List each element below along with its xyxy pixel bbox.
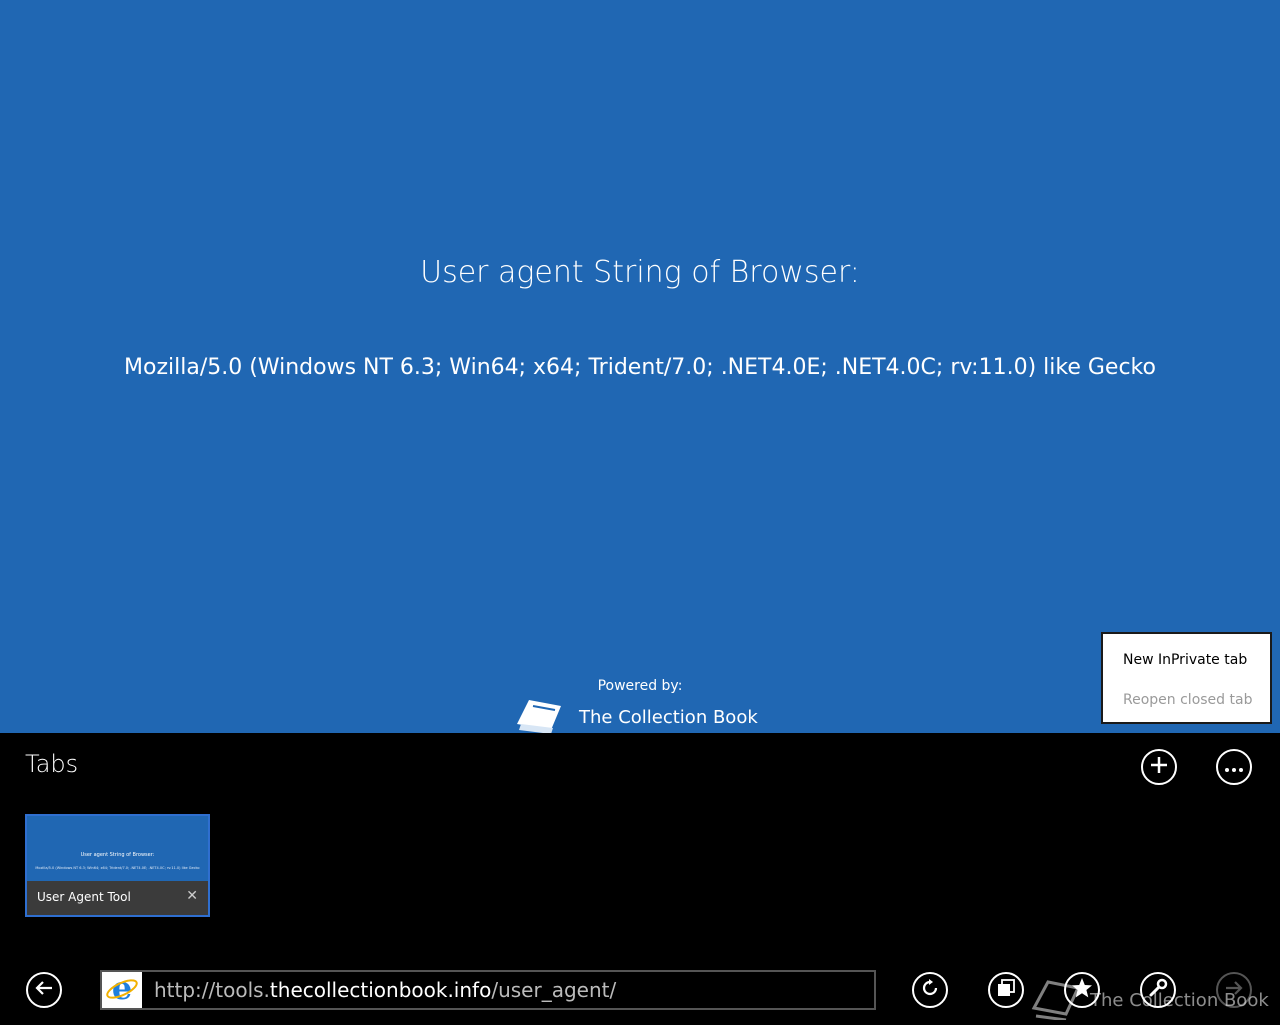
tab-tools-button[interactable] (1216, 749, 1252, 785)
url-input[interactable]: http://tools.thecollectionbook.info/user… (142, 972, 874, 1008)
user-agent-string: Mozilla/5.0 (Windows NT 6.3; Win64; x64;… (124, 355, 1156, 380)
tab-title: User Agent Tool (37, 890, 131, 904)
url-suffix: /user_agent/ (491, 978, 617, 1002)
plus-icon (1149, 755, 1169, 779)
page-tools-button[interactable] (1140, 972, 1176, 1008)
refresh-icon (920, 978, 940, 1002)
brand-link[interactable]: The Collection Book (515, 696, 758, 733)
page-heading: User agent String of Browser: (420, 255, 860, 290)
new-inprivate-tab-item[interactable]: New InPrivate tab (1123, 652, 1247, 668)
new-tab-button[interactable] (1141, 749, 1177, 785)
ie-logo-icon: e (105, 969, 139, 1009)
book-icon (515, 696, 579, 733)
reopen-closed-tab-item: Reopen closed tab (1123, 692, 1253, 708)
tabs-button[interactable] (988, 972, 1024, 1008)
refresh-button[interactable] (912, 972, 948, 1008)
back-icon (34, 980, 54, 1000)
tabs-heading: Tabs (25, 750, 79, 778)
tab-options-menu: New InPrivate tab Reopen closed tab (1101, 632, 1272, 724)
address-bar[interactable]: e http://tools.thecollectionbook.info/us… (100, 969, 876, 1010)
back-button[interactable] (26, 972, 62, 1008)
tab-preview-heading: User agent String of Browser: (80, 852, 155, 858)
forward-button (1216, 972, 1252, 1008)
forward-icon (1224, 980, 1244, 1000)
svg-text:e: e (112, 971, 132, 1005)
favorites-icon (1071, 977, 1093, 1003)
url-domain: thecollectionbook.info (269, 978, 492, 1002)
tab-preview-ua: Mozilla/5.0 (Windows NT 6.3; Win64; x64;… (35, 866, 200, 870)
web-page-content: User agent String of Browser: Mozilla/5.… (0, 0, 1280, 733)
brand-name: The Collection Book (579, 707, 758, 728)
close-tab-icon[interactable]: ✕ (186, 888, 198, 904)
ellipsis-icon (1224, 758, 1244, 777)
favorites-button[interactable] (1064, 972, 1100, 1008)
tools-icon (1148, 978, 1168, 1002)
powered-by-label: Powered by: (597, 678, 683, 694)
site-favicon: e (102, 969, 142, 1009)
tab-label-bar: User Agent Tool ✕ (27, 881, 208, 915)
tab-thumbnail[interactable]: User agent String of Browser: Mozilla/5.… (25, 814, 210, 917)
tabs-icon (997, 979, 1015, 1001)
url-prefix: http://tools. (154, 978, 270, 1002)
